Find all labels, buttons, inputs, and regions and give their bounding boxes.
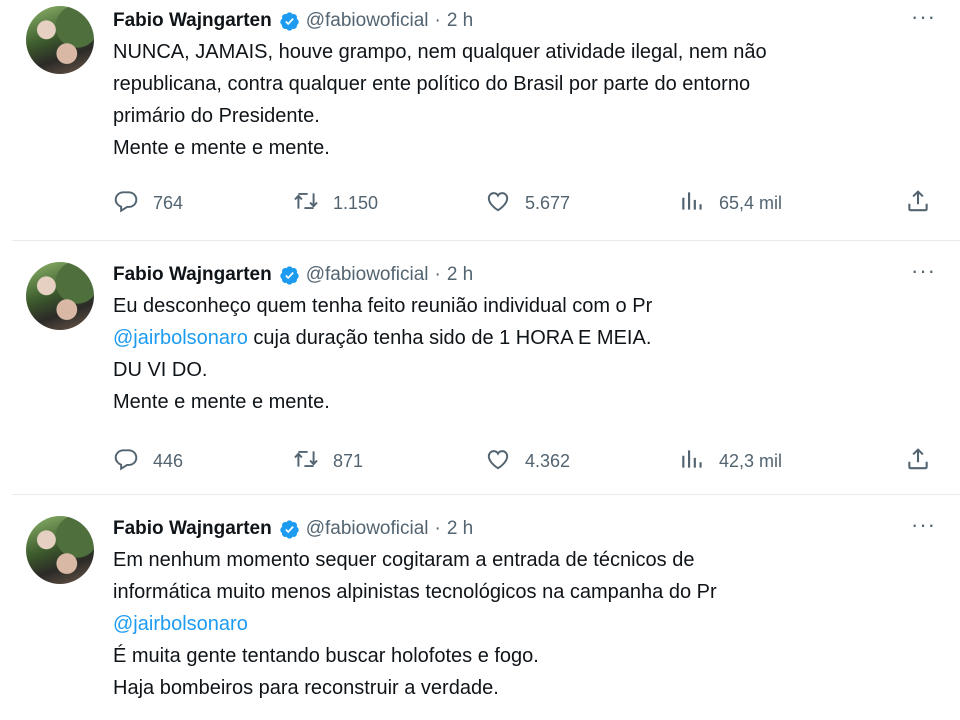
tweet-text-line: republicana, contra qualquer ente políti…: [113, 68, 940, 100]
like-button[interactable]: 5.677: [485, 188, 570, 219]
timeline-feed: Fabio Wajngarten @fabiowoficial · 2 h ··…: [0, 0, 960, 720]
views-count: 65,4 mil: [719, 192, 783, 213]
tweet-text-line: Mente e mente e mente.: [113, 132, 940, 164]
retweet-count: 1.150: [333, 192, 379, 213]
tweet-body: Fabio Wajngarten @fabiowoficial · 2 h ··…: [113, 6, 940, 213]
views-icon: [679, 446, 705, 477]
timestamp[interactable]: 2 h: [447, 10, 473, 32]
tweet-actions: 764 1.150 5.677 65,4 mil: [113, 188, 940, 218]
tweet-text-line: @jairbolsonaro: [113, 608, 940, 640]
reply-count: 446: [153, 450, 184, 471]
avatar[interactable]: [26, 6, 94, 74]
tweet-text-line: É muita gente tentando buscar holofotes …: [113, 640, 940, 672]
views-button[interactable]: 65,4 mil: [679, 188, 782, 219]
tweet-header: Fabio Wajngarten @fabiowoficial · 2 h ··…: [113, 6, 940, 34]
tweet-text-line: primário do Presidente.: [113, 100, 940, 132]
tweet-text-segment: É muita gente tentando buscar holofotes …: [113, 645, 539, 667]
tweet-text-segment: informática muito menos alpinistas tecno…: [113, 581, 717, 603]
tweet-text-segment: Em nenhum momento sequer cogitaram a ent…: [113, 549, 695, 571]
tweet-body: Fabio Wajngarten @fabiowoficial · 2 h ··…: [113, 514, 940, 704]
retweet-count: 871: [333, 450, 364, 471]
verified-badge-icon: [279, 11, 300, 32]
author-name[interactable]: Fabio Wajngarten: [113, 10, 272, 32]
like-icon: [485, 446, 511, 477]
share-button[interactable]: [905, 188, 931, 219]
divider: [12, 494, 960, 495]
tweet-text-segment: Haja bombeiros para reconstruir a verdad…: [113, 677, 499, 699]
retweet-icon: [293, 188, 319, 219]
author-handle[interactable]: @fabiowoficial: [306, 264, 429, 286]
tweet-text-line: NUNCA, JAMAIS, houve grampo, nem qualque…: [113, 36, 940, 68]
verified-badge-icon: [279, 519, 300, 540]
share-button[interactable]: [905, 446, 931, 477]
tweet-text-segment: Mente e mente e mente.: [113, 137, 330, 159]
separator: ·: [434, 518, 441, 539]
tweet-text-line: informática muito menos alpinistas tecno…: [113, 576, 940, 608]
tweet-body: Fabio Wajngarten @fabiowoficial · 2 h ··…: [113, 260, 940, 471]
avatar[interactable]: [26, 262, 94, 330]
share-icon: [905, 446, 931, 477]
views-count: 42,3 mil: [719, 450, 783, 471]
author-name[interactable]: Fabio Wajngarten: [113, 264, 272, 286]
tweet-text-line: @jairbolsonaro cuja duração tenha sido d…: [113, 322, 940, 354]
tweet-text: NUNCA, JAMAIS, houve grampo, nem qualque…: [113, 36, 940, 164]
timestamp[interactable]: 2 h: [447, 264, 473, 286]
more-icon[interactable]: ···: [911, 514, 936, 542]
mention-link[interactable]: @jairbolsonaro: [113, 613, 248, 635]
verified-badge-icon: [279, 265, 300, 286]
avatar[interactable]: [26, 516, 94, 584]
separator: ·: [434, 10, 441, 31]
reply-icon: [113, 188, 139, 219]
tweet[interactable]: Fabio Wajngarten @fabiowoficial · 2 h ··…: [0, 242, 960, 494]
more-icon[interactable]: ···: [911, 260, 936, 288]
tweet-text-segment: republicana, contra qualquer ente políti…: [113, 73, 751, 95]
author-handle[interactable]: @fabiowoficial: [306, 10, 429, 32]
retweet-icon: [293, 446, 319, 477]
tweet-header: Fabio Wajngarten @fabiowoficial · 2 h ··…: [113, 260, 940, 288]
like-button[interactable]: 4.362: [485, 446, 570, 477]
tweet-actions: 446 871 4.362 42,3 mil: [113, 446, 940, 476]
tweet-text: Em nenhum momento sequer cogitaram a ent…: [113, 544, 940, 704]
like-count: 4.362: [525, 450, 571, 471]
divider: [12, 240, 960, 241]
reply-button[interactable]: 446: [113, 446, 183, 477]
tweet[interactable]: Fabio Wajngarten @fabiowoficial · 2 h ··…: [0, 496, 960, 720]
mention-link[interactable]: @jairbolsonaro: [113, 327, 248, 349]
tweet-header: Fabio Wajngarten @fabiowoficial · 2 h ··…: [113, 514, 940, 542]
tweet-text-line: Haja bombeiros para reconstruir a verdad…: [113, 672, 940, 704]
like-icon: [485, 188, 511, 219]
tweet[interactable]: Fabio Wajngarten @fabiowoficial · 2 h ··…: [0, 0, 960, 240]
reply-count: 764: [153, 192, 184, 213]
tweet-text-segment: cuja duração tenha sido de 1 HORA E MEIA…: [247, 327, 652, 349]
like-count: 5.677: [525, 192, 571, 213]
author-name[interactable]: Fabio Wajngarten: [113, 518, 272, 540]
share-icon: [905, 188, 931, 219]
tweet-text-segment: primário do Presidente.: [113, 105, 320, 127]
tweet-text-line: DU VI DO.: [113, 354, 940, 386]
tweet-text-segment: Eu desconheço quem tenha feito reunião i…: [113, 295, 653, 317]
timestamp[interactable]: 2 h: [447, 518, 473, 540]
separator: ·: [434, 264, 441, 285]
tweet-text-segment: DU VI DO.: [113, 359, 208, 381]
views-icon: [679, 188, 705, 219]
tweet-text: Eu desconheço quem tenha feito reunião i…: [113, 290, 940, 418]
retweet-button[interactable]: 871: [293, 446, 363, 477]
more-icon[interactable]: ···: [911, 6, 936, 34]
retweet-button[interactable]: 1.150: [293, 188, 378, 219]
tweet-text-line: Mente e mente e mente.: [113, 386, 940, 418]
author-handle[interactable]: @fabiowoficial: [306, 518, 429, 540]
tweet-text-segment: Mente e mente e mente.: [113, 391, 330, 413]
tweet-text-segment: NUNCA, JAMAIS, houve grampo, nem qualque…: [113, 41, 767, 63]
tweet-text-line: Em nenhum momento sequer cogitaram a ent…: [113, 544, 940, 576]
views-button[interactable]: 42,3 mil: [679, 446, 782, 477]
reply-button[interactable]: 764: [113, 188, 183, 219]
reply-icon: [113, 446, 139, 477]
tweet-text-line: Eu desconheço quem tenha feito reunião i…: [113, 290, 940, 322]
